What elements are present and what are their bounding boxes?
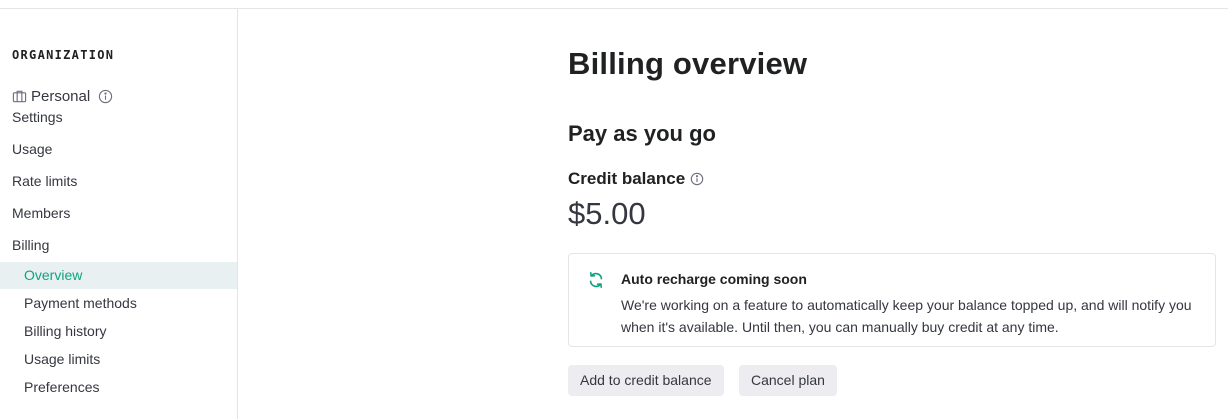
sidebar-item-settings[interactable]: Settings bbox=[12, 107, 63, 127]
sidebar-item-members[interactable]: Members bbox=[12, 203, 70, 223]
info-icon[interactable] bbox=[690, 172, 704, 186]
org-selector[interactable]: Personal bbox=[12, 86, 113, 106]
sidebar-item-billing[interactable]: Billing bbox=[12, 235, 49, 255]
credit-balance-amount: $5.00 bbox=[568, 196, 646, 231]
refresh-icon bbox=[589, 271, 603, 289]
sidebar-subitem-usage-limits[interactable]: Usage limits bbox=[24, 349, 100, 369]
sidebar-subitem-payment-methods[interactable]: Payment methods bbox=[24, 293, 137, 313]
org-name: Personal bbox=[31, 87, 91, 105]
building-icon bbox=[12, 90, 27, 102]
sidebar-section-title: ORGANIZATION bbox=[12, 48, 115, 62]
sidebar-subitem-overview[interactable]: Overview bbox=[24, 265, 82, 285]
credit-balance-label-row: Credit balance bbox=[568, 169, 704, 189]
sidebar: ORGANIZATION Personal Settings Usage Rat… bbox=[0, 9, 238, 419]
page-title: Billing overview bbox=[568, 46, 808, 81]
sidebar-subitem-preferences[interactable]: Preferences bbox=[24, 377, 99, 397]
notice-title: Auto recharge coming soon bbox=[621, 271, 807, 287]
sidebar-item-usage[interactable]: Usage bbox=[12, 139, 52, 159]
info-icon[interactable] bbox=[98, 89, 113, 104]
cancel-plan-button[interactable]: Cancel plan bbox=[739, 365, 837, 396]
auto-recharge-notice: Auto recharge coming soon We're working … bbox=[568, 253, 1216, 347]
sidebar-subitem-billing-history[interactable]: Billing history bbox=[24, 321, 106, 341]
sidebar-item-rate-limits[interactable]: Rate limits bbox=[12, 171, 77, 191]
top-bar bbox=[0, 0, 1228, 9]
add-to-credit-balance-button[interactable]: Add to credit balance bbox=[568, 365, 724, 396]
notice-body: We're working on a feature to automatica… bbox=[621, 297, 1192, 335]
credit-balance-label: Credit balance bbox=[568, 169, 686, 188]
plan-title: Pay as you go bbox=[568, 121, 716, 146]
